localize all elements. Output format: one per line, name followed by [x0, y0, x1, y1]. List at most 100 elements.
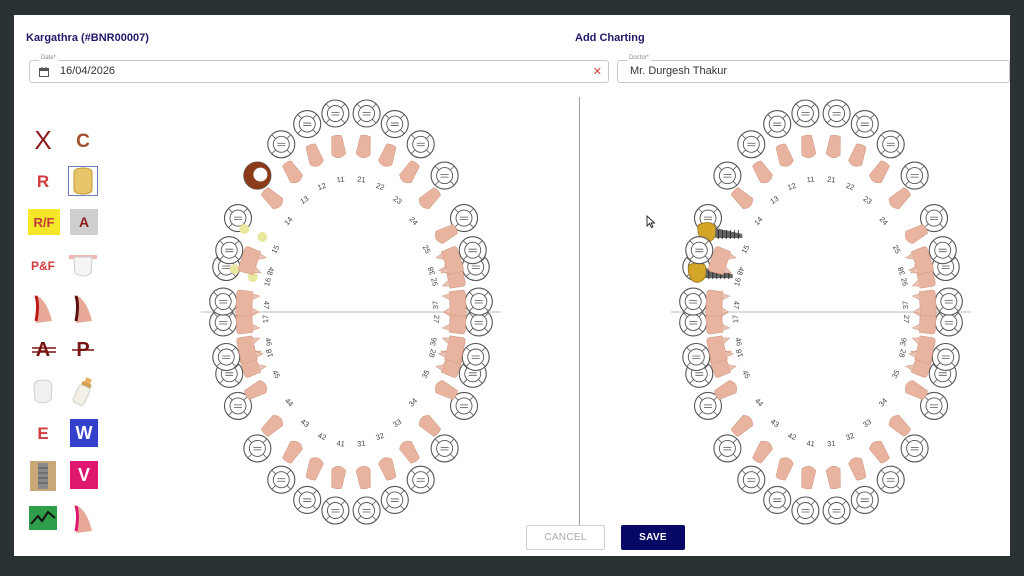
- tooth-32-buccal[interactable]: [377, 456, 398, 482]
- tool-post-fill[interactable]: P&F: [28, 251, 58, 281]
- tooth-42-buccal[interactable]: [304, 456, 325, 482]
- tooth-21-occlusal[interactable]: [352, 99, 381, 128]
- tool-white-tooth[interactable]: [28, 377, 58, 407]
- tool-crown[interactable]: C: [68, 127, 98, 157]
- calendar-icon[interactable]: [39, 67, 49, 77]
- tooth-11-occlusal[interactable]: [321, 99, 350, 128]
- tooth-22-buccal[interactable]: [377, 142, 398, 168]
- tooth-13-occlusal[interactable]: [737, 130, 766, 159]
- tooth-46-occlusal[interactable]: [682, 342, 711, 372]
- tooth-23-buccal[interactable]: [398, 159, 422, 185]
- tool-extract[interactable]: E: [28, 419, 58, 449]
- tool-implant[interactable]: [28, 461, 58, 491]
- tool-root-red[interactable]: [28, 293, 58, 323]
- tooth-22-occlusal[interactable]: [380, 110, 409, 139]
- tooth-32-occlusal[interactable]: [850, 485, 879, 514]
- tooth-41-occlusal[interactable]: [321, 496, 350, 525]
- tooth-47-occlusal[interactable]: [209, 287, 238, 316]
- tool-a-strike[interactable]: A: [28, 335, 58, 365]
- tooth-11-buccal[interactable]: [800, 134, 817, 158]
- tooth-43-occlusal[interactable]: [737, 465, 766, 494]
- tooth-36-occlusal[interactable]: [461, 342, 490, 372]
- tooth-33-buccal[interactable]: [868, 439, 892, 465]
- tooth-41-buccal[interactable]: [800, 465, 817, 490]
- tooth-33-occlusal[interactable]: [406, 465, 435, 494]
- tooth-31-occlusal[interactable]: [822, 496, 851, 525]
- cancel-button[interactable]: CANCEL: [526, 525, 605, 550]
- tooth-22-buccal[interactable]: [847, 142, 868, 168]
- tool-abscess[interactable]: A: [70, 209, 98, 235]
- tooth-31-buccal[interactable]: [825, 465, 843, 490]
- tool-root-fill[interactable]: R/F: [28, 209, 60, 235]
- save-button[interactable]: SAVE: [621, 525, 685, 550]
- tooth-34-buccal[interactable]: [417, 413, 443, 439]
- tooth-12-buccal[interactable]: [304, 142, 325, 168]
- tooth-12-occlusal[interactable]: [763, 110, 792, 139]
- tooth-37-occlusal[interactable]: [464, 287, 493, 316]
- tooth-37-occlusal[interactable]: [934, 287, 963, 316]
- tooth-32-buccal[interactable]: [847, 456, 868, 482]
- tool-p-strike[interactable]: P: [68, 335, 98, 365]
- tool-w[interactable]: W: [70, 419, 98, 447]
- tooth-42-buccal[interactable]: [774, 456, 795, 482]
- dental-chart-right[interactable]: 11 12 13 14 15 16 17 18 21 22 2324 25 26 27 28 31 32 33 34…: [671, 97, 971, 537]
- tooth-31-occlusal[interactable]: [352, 496, 381, 525]
- tooth-22-occlusal[interactable]: [850, 110, 879, 139]
- tooth-14-buccal[interactable]: [259, 185, 285, 211]
- date-field[interactable]: Date* 16/04/2026 ✕: [29, 55, 609, 83]
- tooth-42-occlusal[interactable]: [763, 485, 792, 514]
- tooth-23-occlusal[interactable]: [406, 130, 435, 159]
- tooth-44-buccal[interactable]: [729, 413, 755, 439]
- tooth-13-buccal[interactable]: [750, 159, 774, 185]
- tool-veneer[interactable]: [68, 251, 98, 281]
- tooth-24-buccal[interactable]: [887, 185, 913, 211]
- tooth-33-occlusal[interactable]: [876, 465, 905, 494]
- tooth-44-occlusal[interactable]: [243, 434, 272, 463]
- tooth-34-buccal[interactable]: [887, 413, 913, 439]
- tooth-21-buccal[interactable]: [825, 134, 843, 158]
- tooth-11-buccal[interactable]: [330, 134, 347, 158]
- tooth-24-occlusal[interactable]: [900, 161, 929, 190]
- tool-root-dark[interactable]: [68, 293, 98, 323]
- tool-gold-crown[interactable]: [68, 166, 98, 196]
- dental-chart-left[interactable]: 11 12 13 14 15 16 17 18 21 22 2324 25 26 27 28 31 32 33 34…: [201, 97, 501, 537]
- tooth-33-buccal[interactable]: [398, 439, 422, 465]
- tool-fracture[interactable]: [28, 503, 58, 533]
- tooth-21-buccal[interactable]: [355, 134, 373, 158]
- tooth-43-occlusal[interactable]: [267, 465, 296, 494]
- tooth-24-buccal[interactable]: [417, 185, 443, 211]
- tooth-13-buccal[interactable]: [280, 159, 304, 185]
- tooth-43-buccal[interactable]: [280, 439, 304, 465]
- tooth-23-occlusal[interactable]: [876, 130, 905, 159]
- tool-root-canal[interactable]: R: [28, 167, 58, 197]
- tooth-11-occlusal[interactable]: [791, 99, 820, 128]
- tooth-32-occlusal[interactable]: [380, 485, 409, 514]
- tooth-48-occlusal[interactable]: [215, 236, 244, 265]
- tooth-14-buccal[interactable]: [729, 185, 755, 211]
- tooth-21-occlusal[interactable]: [822, 99, 851, 128]
- tooth-12-occlusal[interactable]: [293, 110, 322, 139]
- tooth-44-occlusal[interactable]: [713, 434, 742, 463]
- tool-root-pink[interactable]: [68, 503, 98, 533]
- tooth-12-buccal[interactable]: [774, 142, 795, 168]
- tool-v[interactable]: V: [70, 461, 98, 489]
- tooth-43-buccal[interactable]: [750, 439, 774, 465]
- tooth-14-occlusal[interactable]: [713, 161, 742, 190]
- tooth-38-occlusal[interactable]: [458, 236, 487, 265]
- clear-date-icon[interactable]: ✕: [593, 65, 602, 78]
- tooth-38-occlusal[interactable]: [928, 236, 957, 265]
- tooth-36-occlusal[interactable]: [931, 342, 960, 372]
- tooth-31-buccal[interactable]: [355, 465, 373, 490]
- tooth-41-buccal[interactable]: [330, 465, 347, 490]
- tooth-24-occlusal[interactable]: [430, 161, 459, 190]
- tooth-42-occlusal[interactable]: [293, 485, 322, 514]
- tooth-34-occlusal[interactable]: [900, 434, 929, 463]
- tool-milk-bottle[interactable]: [68, 377, 98, 407]
- tooth-48-occlusal[interactable]: [685, 236, 714, 265]
- tooth-41-occlusal[interactable]: [791, 496, 820, 525]
- tooth-13-occlusal[interactable]: [267, 130, 296, 159]
- tooth-23-buccal[interactable]: [868, 159, 892, 185]
- tooth-47-occlusal[interactable]: [679, 287, 708, 316]
- tooth-46-occlusal[interactable]: [212, 342, 241, 372]
- tooth-34-occlusal[interactable]: [430, 434, 459, 463]
